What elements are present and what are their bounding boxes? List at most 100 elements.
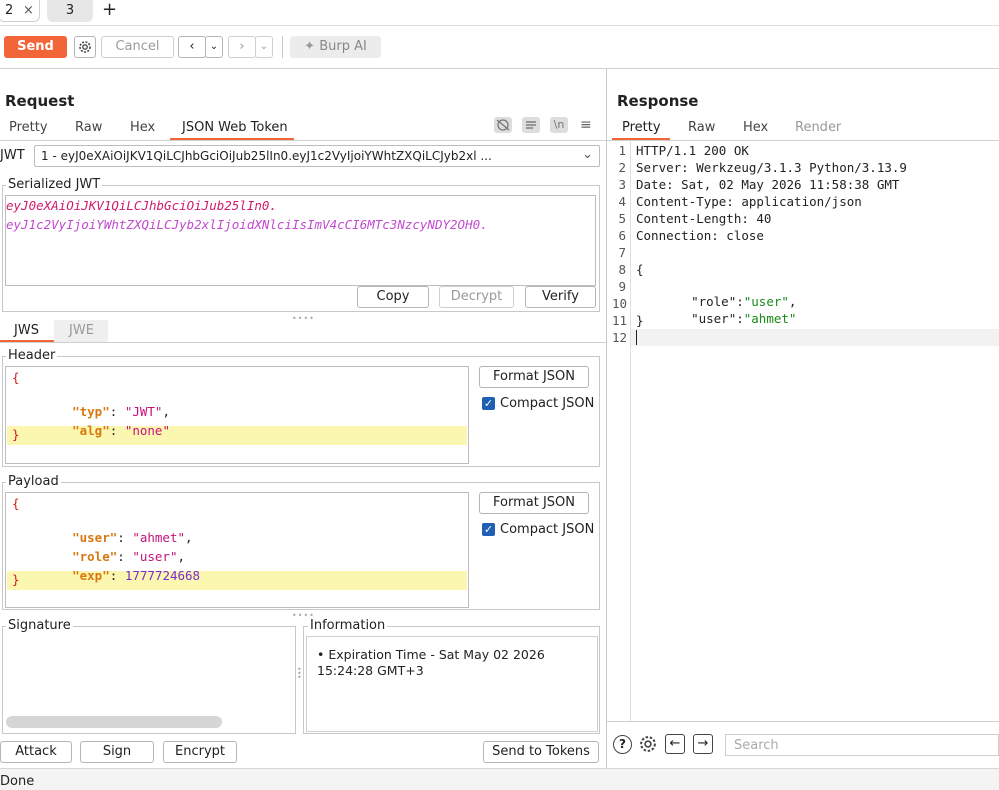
jws-separator <box>0 342 606 343</box>
attack-button[interactable]: Attack <box>0 741 72 763</box>
tab-hex[interactable]: Hex <box>743 120 768 135</box>
response-json-open: { <box>636 262 644 277</box>
serialized-jwt-payload-part: eyJ1c2VyIjoiYWhtZXQiLCJyb2xlIjoidXNlciIs… <box>6 217 488 232</box>
signature-title: Signature <box>6 618 73 633</box>
header-compact-json-checkbox[interactable]: ✓ <box>482 397 495 410</box>
payload-editor[interactable]: { "user": "ahmet", "role": "user", "exp"… <box>5 492 469 608</box>
resize-handle[interactable]: •••• <box>292 314 315 323</box>
json-key-exp: "exp" <box>72 568 110 583</box>
json-value-exp: 1777724668 <box>124 568 201 583</box>
newline-icon[interactable]: \n <box>550 117 568 133</box>
tab-label: 3 <box>65 3 75 18</box>
help-icon[interactable]: ? <box>613 735 632 754</box>
status-text: Done <box>0 774 35 789</box>
response-footer-separator <box>607 721 999 722</box>
forward-button[interactable]: › <box>228 36 256 58</box>
settings-button[interactable] <box>638 734 658 758</box>
header-title: Header <box>6 348 58 363</box>
verify-button[interactable]: Verify <box>525 286 596 308</box>
response-header-connection: Connection: close <box>636 228 764 243</box>
chevron-right-icon: › <box>239 39 245 54</box>
tab-separator <box>0 140 606 141</box>
decrypt-button[interactable]: Decrypt <box>439 286 514 308</box>
response-header-content-type: Content-Type: application/json <box>636 194 862 209</box>
payload-format-json-button[interactable]: Format JSON <box>479 492 589 514</box>
chevron-left-icon: ‹ <box>189 39 195 54</box>
copy-button[interactable]: Copy <box>357 286 429 308</box>
tab-hex[interactable]: Hex <box>130 120 155 135</box>
tab-strip: 2 × 3 + <box>0 0 999 26</box>
tab-json-web-token[interactable]: JSON Web Token <box>182 120 288 135</box>
jwt-selected-value: 1 - eyJ0eXAiOiJKV1QiLCJhbGciOiJub25lIn0.… <box>41 149 492 163</box>
json-brace: { <box>12 370 20 385</box>
json-brace: } <box>12 427 20 442</box>
burp-ai-label: Burp AI <box>319 39 367 54</box>
send-to-tokens-button[interactable]: Send to Tokens <box>483 741 599 763</box>
tab-3[interactable]: 3 <box>47 0 93 22</box>
header-format-json-button[interactable]: Format JSON <box>479 366 589 388</box>
hide-whitespace-icon[interactable] <box>494 117 512 133</box>
toolbar-divider <box>282 36 283 58</box>
tab-jws-label: JWS <box>14 323 39 338</box>
tab-jwe[interactable]: JWE <box>54 320 108 342</box>
resize-handle[interactable]: • • • <box>297 666 302 682</box>
expiration-info: • Expiration Time - Sat May 02 2026 15:2… <box>317 647 545 678</box>
back-button[interactable]: ‹ <box>178 36 206 58</box>
search-previous-button[interactable]: ← <box>665 734 685 754</box>
jwt-select[interactable]: 1 - eyJ0eXAiOiJKV1QiLCJhbGciOiJub25lIn0.… <box>34 145 600 167</box>
cancel-button[interactable]: Cancel <box>101 36 174 58</box>
signature-scrollbar[interactable] <box>6 716 222 728</box>
settings-button[interactable] <box>74 36 96 58</box>
status-bar: Done <box>0 768 999 790</box>
menu-icon[interactable]: ≡ <box>580 117 592 133</box>
wrap-lines-icon[interactable] <box>522 117 540 133</box>
information-panel: • Expiration Time - Sat May 02 2026 15:2… <box>306 636 598 732</box>
header-editor[interactable]: { "typ": "JWT", "alg": "none" } <box>5 366 469 464</box>
serialized-jwt-title: Serialized JWT <box>6 177 103 192</box>
arrow-right-icon: → <box>697 736 709 751</box>
send-button[interactable]: Send <box>4 36 67 58</box>
encrypt-button[interactable]: Encrypt <box>163 741 237 763</box>
forward-history-dropdown[interactable]: ⌄ <box>255 36 273 58</box>
tab-separator <box>607 140 999 141</box>
close-icon[interactable]: × <box>23 0 34 22</box>
request-title: Request <box>5 92 75 110</box>
arrow-left-icon: ← <box>669 736 681 751</box>
json-key-user: "user" <box>691 311 737 326</box>
burp-ai-button[interactable]: ✦ Burp AI <box>290 36 381 58</box>
payload-compact-json-checkbox[interactable]: ✓ <box>482 523 495 536</box>
sign-button[interactable]: Sign <box>80 741 154 763</box>
json-brace: { <box>12 496 20 511</box>
tab-raw[interactable]: Raw <box>688 120 715 135</box>
response-status-line: HTTP/1.1 200 OK <box>636 143 749 158</box>
gear-icon <box>79 41 91 53</box>
back-history-dropdown[interactable]: ⌄ <box>205 36 223 58</box>
tab-pretty[interactable]: Pretty <box>622 120 661 135</box>
tab-2[interactable]: 2 × <box>0 0 40 22</box>
tab-label: 2 <box>5 3 14 18</box>
new-tab-icon[interactable]: + <box>102 0 117 20</box>
search-placeholder: Search <box>734 738 779 753</box>
pane-splitter[interactable] <box>606 69 607 768</box>
tab-render[interactable]: Render <box>795 120 841 135</box>
response-header-date: Date: Sat, 02 May 2026 11:58:38 GMT <box>636 177 900 192</box>
response-header-server: Server: Werkzeug/3.1.3 Python/3.13.9 <box>636 160 907 175</box>
tab-pretty[interactable]: Pretty <box>9 120 48 135</box>
response-title: Response <box>617 92 699 110</box>
toolbar-separator <box>0 68 999 69</box>
payload-compact-json-label: Compact JSON <box>500 522 595 537</box>
chevron-down-icon: ⌄ <box>259 41 269 52</box>
information-title: Information <box>308 618 388 633</box>
text-cursor <box>636 330 637 345</box>
response-search-input[interactable]: Search <box>725 734 999 756</box>
jwt-label: JWT <box>0 148 25 163</box>
gear-icon <box>640 736 656 752</box>
json-value-user: "ahmet" <box>743 311 797 326</box>
payload-title: Payload <box>6 474 61 489</box>
tab-jws[interactable]: JWS <box>0 320 54 342</box>
search-next-button[interactable]: → <box>693 734 713 754</box>
serialized-jwt-header-part: eyJ0eXAiOiJKV1QiLCJhbGciOiJub25lIn0. <box>6 198 277 213</box>
tab-raw[interactable]: Raw <box>75 120 102 135</box>
serialized-jwt-editor[interactable]: eyJ0eXAiOiJKV1QiLCJhbGciOiJub25lIn0. eyJ… <box>5 195 596 286</box>
chevron-down-icon: ⌄ <box>582 147 593 162</box>
